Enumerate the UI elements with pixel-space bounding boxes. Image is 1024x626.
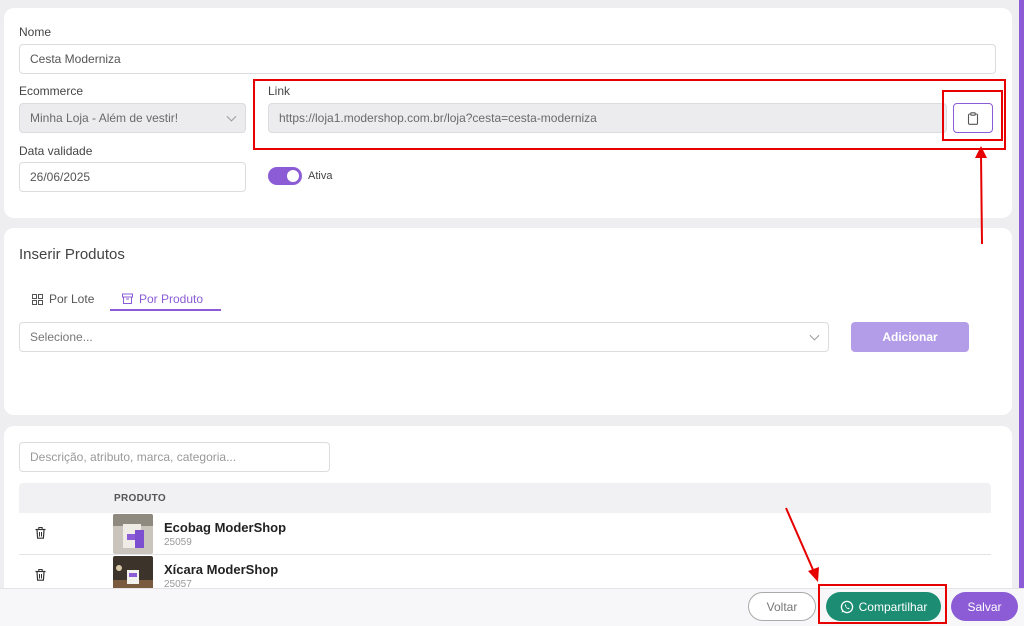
annotation-arrows (785, 146, 987, 582)
